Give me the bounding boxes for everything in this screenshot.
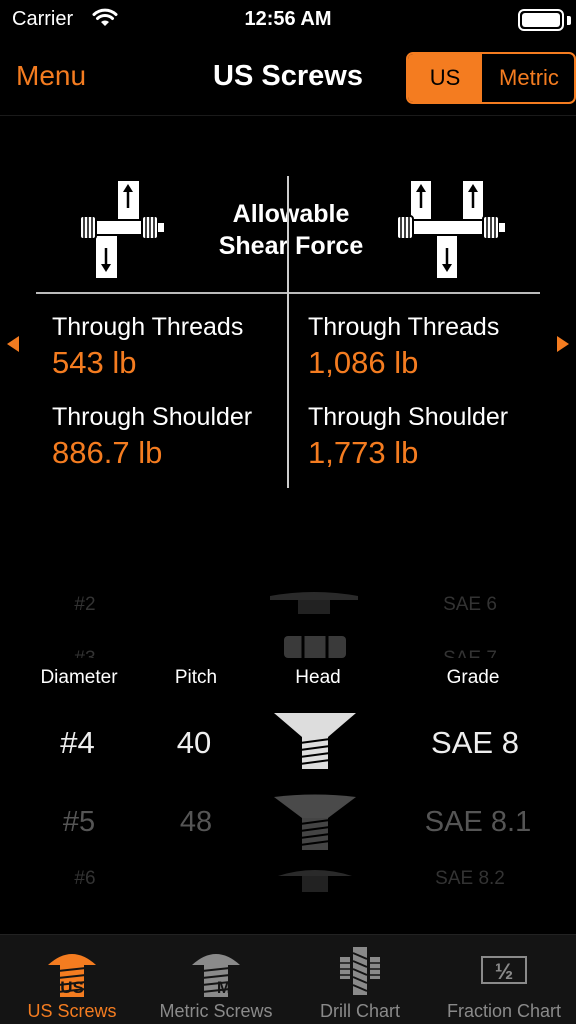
battery-icon [518,9,564,31]
diameter-near-below[interactable]: #5 [20,806,138,839]
single-shear-values: Through Threads 543 lb Through Shoulder … [52,312,252,492]
svg-text:M: M [217,978,231,997]
single-shoulder-label: Through Shoulder [52,403,253,431]
head-flat-icon[interactable] [272,710,358,772]
screw-picker[interactable]: #2 SAE 6 #3 SAE 7 Diameter Pitch Head Gr… [0,560,576,900]
svg-text:½: ½ [495,959,513,984]
tab-us-screws[interactable]: US US Screws [0,935,144,1024]
tab-bar: US US Screws M Metric Screws Drill Chart… [0,934,576,1024]
pitch-header: Pitch [174,667,218,688]
shear-force-panel: Allowable Shear Force Through Threads 54… [0,116,576,496]
single-shoulder-value: 886.7 lb [52,435,163,470]
single-shear-icon [77,181,164,278]
double-shoulder-value: 1,773 lb [308,435,419,470]
head-option-pan-icon[interactable] [264,588,364,616]
grade-selected[interactable]: SAE 8 [410,725,540,761]
tab-us-screws-label: US Screws [27,1001,117,1021]
vertical-divider [287,176,289,488]
us-screw-icon: US [48,954,96,997]
pitch-near-below[interactable]: 48 [154,806,238,839]
head-option-flat-faded-icon[interactable] [272,794,358,852]
grade-near-below[interactable]: SAE 8.1 [410,806,546,839]
tab-fraction-chart-label: Fraction Chart [446,1001,562,1021]
battery-nub [567,16,571,25]
single-threads-value: 543 lb [52,345,137,380]
double-shoulder-label: Through Shoulder [308,403,509,431]
head-option-hex-icon[interactable] [282,634,348,660]
double-shear-values: Through Threads 1,086 lb Through Shoulde… [308,312,508,492]
clock: 12:56 AM [244,8,332,30]
double-threads-label: Through Threads [308,313,500,341]
metric-screw-icon: M [192,954,240,997]
shear-title: Allowable Shear Force [206,198,376,262]
shear-title-line1: Allowable [232,200,350,228]
diameter-selected[interactable]: #4 [20,725,135,761]
grade-far-below[interactable]: SAE 8.2 [400,868,540,890]
status-bar: Carrier 12:56 AM [0,0,576,40]
grade-near-above[interactable]: SAE 7 [400,648,540,658]
grade-far-above[interactable]: SAE 6 [400,594,540,616]
pitch-selected[interactable]: 40 [154,725,234,761]
diameter-far-above[interactable]: #2 [20,594,150,616]
drill-bit-icon [340,947,380,995]
navigation-bar: Menu US Screws US Metric [0,40,576,116]
head-header: Head [295,667,341,688]
unit-segmented-control: US Metric [406,52,576,104]
segment-metric[interactable]: Metric [482,54,574,102]
single-threads-label: Through Threads [52,313,244,341]
next-arrow-icon[interactable] [557,336,569,352]
tab-fraction-chart[interactable]: ½ Fraction Chart [432,935,576,1024]
previous-arrow-icon[interactable] [7,336,19,352]
diameter-far-below[interactable]: #6 [20,868,150,890]
svg-text:US: US [60,978,84,997]
double-threads-value: 1,086 lb [308,345,419,380]
diameter-header: Diameter [40,667,118,688]
fraction-icon: ½ [481,956,527,984]
tab-drill-chart-label: Drill Chart [319,1001,400,1021]
tab-drill-chart[interactable]: Drill Chart [288,935,432,1024]
segment-us[interactable]: US [408,54,482,102]
tab-metric-screws-label: Metric Screws [159,1001,273,1021]
head-option-round-icon[interactable] [276,864,354,894]
diameter-near-above[interactable]: #3 [20,648,150,658]
shear-title-line2: Shear Force [218,232,364,260]
tab-metric-screws[interactable]: M Metric Screws [144,935,288,1024]
double-shear-icon [396,181,505,278]
grade-header: Grade [446,667,500,688]
